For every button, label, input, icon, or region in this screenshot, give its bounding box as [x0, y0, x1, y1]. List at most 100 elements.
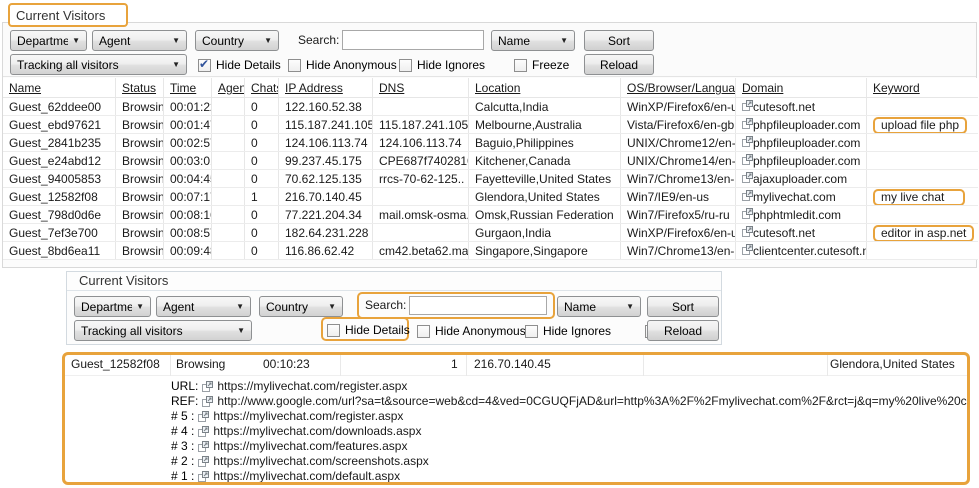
- hide-anonymous-checkbox[interactable]: Hide Anonymous: [288, 56, 397, 74]
- history-url[interactable]: https://mylivechat.com/register.aspx: [217, 379, 407, 394]
- visitor-agent: [212, 170, 245, 187]
- column-header-dns[interactable]: DNS: [373, 78, 469, 97]
- checkbox-icon: [417, 324, 430, 338]
- visitor-keyword: my live chat: [867, 188, 978, 205]
- column-header-time[interactable]: Time: [164, 78, 212, 97]
- visitor-agent: [212, 134, 245, 151]
- search-label: Search:: [365, 298, 407, 312]
- table-row[interactable]: Guest_94005853 Browsing 00:04:45 0 70.62…: [3, 170, 978, 188]
- sort-by-dropdown[interactable]: Name ▼: [557, 296, 641, 317]
- freeze-checkbox[interactable]: Freeze: [514, 56, 569, 74]
- visitor-name: Guest_12582f08: [3, 188, 116, 205]
- open-new-window-icon: [198, 456, 210, 467]
- column-header-keyword[interactable]: Keyword: [867, 78, 978, 97]
- table-row[interactable]: Guest_e24abd12 Browsing 00:03:01 0 99.23…: [3, 152, 978, 170]
- visitor-dns: [373, 98, 469, 115]
- panel-title-bottom: Current Visitors: [67, 272, 721, 291]
- visitor-os: Vista/Firefox6/en-gb: [621, 116, 736, 133]
- visitor-agent: [212, 116, 245, 133]
- history-url[interactable]: https://mylivechat.com/screenshots.aspx: [213, 454, 428, 469]
- agent-dropdown[interactable]: Agent ▼: [92, 30, 187, 51]
- department-dropdown[interactable]: Department▼: [10, 30, 87, 51]
- visitor-os: Win7/Firefox5/ru-ru: [621, 206, 736, 223]
- tracking-dropdown[interactable]: Tracking all visitors ▼: [10, 54, 187, 75]
- column-header-os[interactable]: OS/Browser/Language: [621, 78, 736, 97]
- column-header-ip[interactable]: IP Address: [279, 78, 373, 97]
- agent-dropdown[interactable]: Agent ▼: [156, 296, 251, 317]
- column-header-domain[interactable]: Domain: [736, 78, 867, 97]
- hide-anonymous-checkbox[interactable]: Hide Anonymous: [417, 322, 526, 340]
- hide-details-checkbox[interactable]: Hide Details: [327, 321, 410, 339]
- department-dropdown[interactable]: Department▼: [74, 296, 151, 317]
- open-new-window-icon: [198, 441, 210, 452]
- visitor-chats: 0: [245, 242, 279, 259]
- history-url[interactable]: http://www.google.com/url?sa=t&source=we…: [217, 394, 967, 409]
- history-label: # 5 :: [171, 409, 195, 423]
- panel-title-top: Current Visitors: [8, 3, 128, 27]
- reload-button[interactable]: Reload: [647, 320, 719, 341]
- hide-ignores-checkbox[interactable]: Hide Ignores: [399, 56, 485, 74]
- keyword-highlight-box: upload file php: [873, 117, 968, 133]
- search-input[interactable]: [409, 296, 547, 315]
- history-label: REF:: [171, 394, 199, 408]
- history-line: # 1 : https://mylivechat.com/default.asp…: [171, 469, 967, 482]
- sort-by-dropdown[interactable]: Name ▼: [491, 30, 575, 51]
- visitor-chats: 0: [245, 170, 279, 187]
- search-input[interactable]: [342, 30, 484, 50]
- column-header-status[interactable]: Status: [116, 78, 164, 97]
- visitor-time: 00:08:16: [164, 206, 212, 223]
- visitor-domain[interactable]: phphtmledit.com: [736, 206, 867, 223]
- visitor-location: Omsk,Russian Federation: [469, 206, 621, 223]
- table-row[interactable]: Guest_12582f08 Browsing 00:07:17 1 216.7…: [3, 188, 978, 206]
- visitor-chats: 1: [451, 357, 458, 371]
- history-url[interactable]: https://mylivechat.com/features.aspx: [213, 439, 407, 454]
- table-row[interactable]: Guest_8bd6ea11 Browsing 00:09:48 0 116.8…: [3, 242, 978, 260]
- column-header-chats[interactable]: Chats: [245, 78, 279, 97]
- column-header-agent[interactable]: Agent: [212, 78, 245, 97]
- visitor-keyword: [867, 170, 978, 187]
- open-new-window-icon: [742, 100, 753, 111]
- sort-button[interactable]: Sort: [584, 30, 654, 51]
- open-new-window-icon: [198, 411, 210, 422]
- hide-details-checkbox[interactable]: Hide Details: [198, 56, 281, 74]
- visitor-domain[interactable]: phpfileuploader.com: [736, 116, 867, 133]
- column-header-location[interactable]: Location: [469, 78, 621, 97]
- history-line: # 4 : https://mylivechat.com/downloads.a…: [171, 424, 967, 439]
- visitor-domain[interactable]: mylivechat.com: [736, 188, 867, 205]
- history-url[interactable]: https://mylivechat.com/downloads.aspx: [213, 424, 421, 439]
- hide-ignores-checkbox[interactable]: Hide Ignores: [525, 322, 611, 340]
- open-new-window-icon: [198, 411, 210, 422]
- detail-visitor-row[interactable]: Guest_12582f08 Browsing 00:10:23 1 216.7…: [65, 355, 967, 376]
- visitor-domain[interactable]: cutesoft.net: [736, 224, 867, 241]
- table-row[interactable]: Guest_798d0d6e Browsing 00:08:16 0 77.22…: [3, 206, 978, 224]
- history-line: # 2 : https://mylivechat.com/screenshots…: [171, 454, 967, 469]
- country-dropdown[interactable]: Country ▼: [195, 30, 279, 51]
- open-new-window-icon: [742, 226, 753, 237]
- visitor-os: WinXP/Firefox6/en-us: [621, 98, 736, 115]
- visitor-ip: 115.187.241.105: [279, 116, 373, 133]
- visitor-domain[interactable]: phpfileuploader.com: [736, 152, 867, 169]
- tracking-dropdown[interactable]: Tracking all visitors ▼: [74, 320, 252, 341]
- column-header-name[interactable]: Name: [3, 78, 116, 97]
- table-header-row: Name Status Time Agent Chats IP Address …: [3, 78, 978, 98]
- table-row[interactable]: Guest_ebd97621 Browsing 00:01:47 0 115.1…: [3, 116, 978, 134]
- visitor-domain[interactable]: phpfileuploader.com: [736, 134, 867, 151]
- history-url[interactable]: https://mylivechat.com/register.aspx: [213, 409, 403, 424]
- sort-button[interactable]: Sort: [647, 296, 719, 317]
- hide-details-annotation-box: Hide Details: [321, 317, 410, 341]
- history-url[interactable]: https://mylivechat.com/default.aspx: [213, 469, 400, 482]
- visitor-name: Guest_e24abd12: [3, 152, 116, 169]
- visitor-domain[interactable]: ajaxuploader.com: [736, 170, 867, 187]
- table-row[interactable]: Guest_7ef3e700 Browsing 00:08:57 0 182.6…: [3, 224, 978, 242]
- visitor-status: Browsing: [116, 206, 164, 223]
- open-new-window-icon: [198, 471, 210, 482]
- table-row[interactable]: Guest_62ddee00 Browsing 00:01:22 0 122.1…: [3, 98, 978, 116]
- visitor-ip: 216.70.140.45: [474, 357, 551, 371]
- visitor-name: Guest_7ef3e700: [3, 224, 116, 241]
- country-dropdown[interactable]: Country ▼: [259, 296, 343, 317]
- visitor-domain[interactable]: clientcenter.cutesoft.net: [736, 242, 867, 259]
- visitor-monitor-screen: Current Visitors Department▼ Agent▼ Coun…: [0, 0, 979, 488]
- visitor-domain[interactable]: cutesoft.net: [736, 98, 867, 115]
- reload-button[interactable]: Reload: [584, 54, 654, 75]
- table-row[interactable]: Guest_2841b235 Browsing 00:02:57 0 124.1…: [3, 134, 978, 152]
